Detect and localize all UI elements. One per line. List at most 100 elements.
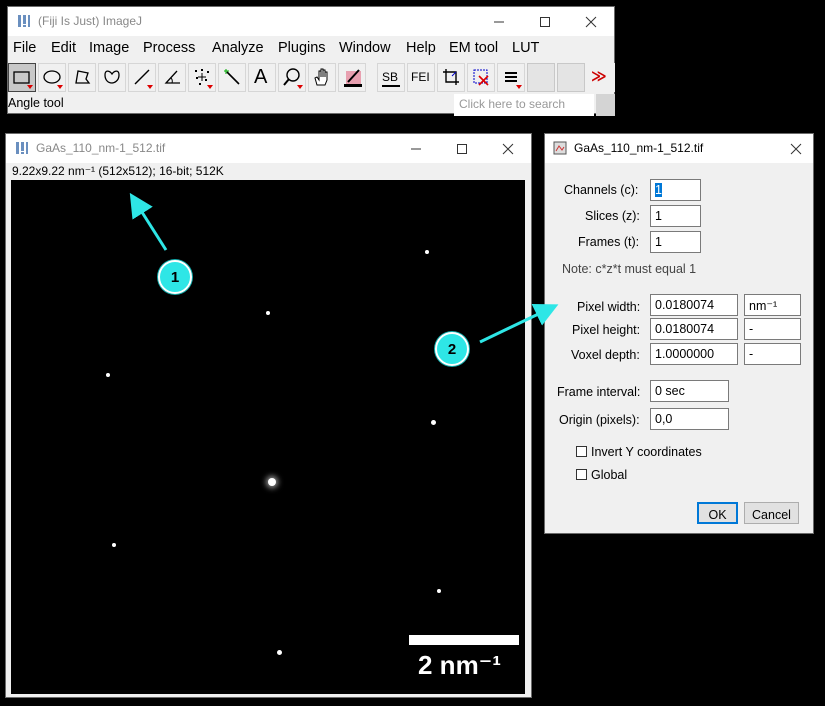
oval-icon: [43, 70, 61, 84]
search-field[interactable]: Click here to search: [454, 94, 594, 116]
text-tool[interactable]: A: [248, 63, 276, 92]
scroll-tool[interactable]: [308, 63, 336, 92]
dropdown-arrow-icon: [57, 85, 63, 89]
freehand-tool[interactable]: [98, 63, 126, 92]
central-beam-spot: [268, 478, 276, 486]
dropdown-arrow-icon: [27, 85, 33, 89]
pixel-height-unit-field[interactable]: -: [744, 318, 801, 340]
pixel-width-label: Pixel width:: [577, 300, 641, 314]
pixel-width-unit-field[interactable]: nm⁻¹: [744, 294, 801, 316]
zoom-tool[interactable]: [278, 63, 306, 92]
global-label: Global: [591, 468, 628, 482]
crop-tool[interactable]: [437, 63, 465, 92]
invert-y-checkbox[interactable]: [576, 446, 587, 457]
dialog-close-button[interactable]: [777, 134, 815, 163]
line-tool[interactable]: [128, 63, 156, 92]
empty-tool-slot[interactable]: [557, 63, 585, 92]
menu-bar: File Edit Image Process Analyze Plugins …: [8, 36, 614, 59]
menu-file[interactable]: File: [13, 40, 36, 56]
frame-interval-label: Frame interval:: [557, 385, 641, 399]
main-title-bar[interactable]: (Fiji Is Just) ImageJ: [8, 7, 614, 36]
menu-plugins[interactable]: Plugins: [278, 40, 326, 56]
image-canvas[interactable]: 2 nm⁻¹: [11, 180, 525, 694]
freehand-icon: [104, 70, 120, 84]
minimize-icon: [411, 148, 421, 150]
empty-tool-slot[interactable]: [527, 63, 555, 92]
minimize-button[interactable]: [476, 7, 522, 36]
more-tools-button[interactable]: ≫: [587, 63, 615, 92]
slices-label: Slices (z):: [585, 209, 640, 223]
close-button[interactable]: [485, 134, 531, 163]
fei-tool[interactable]: FEI: [407, 63, 435, 92]
oval-tool[interactable]: [38, 63, 66, 92]
frames-field[interactable]: 1: [650, 231, 701, 253]
pixel-width-field[interactable]: 0.0180074: [650, 294, 738, 316]
image-title-bar[interactable]: GaAs_110_nm-1_512.tif: [6, 134, 531, 163]
point-tool[interactable]: [188, 63, 216, 92]
color-picker-tool[interactable]: [338, 63, 366, 92]
voxel-depth-unit-field[interactable]: -: [744, 343, 801, 365]
maximize-button[interactable]: [439, 134, 485, 163]
callout-2: 2: [435, 332, 469, 366]
maximize-icon: [457, 144, 467, 154]
imagej-app-icon: [16, 142, 28, 154]
dialog-app-icon: [553, 141, 567, 155]
angle-icon: [164, 70, 180, 84]
wand-tool[interactable]: [218, 63, 246, 92]
callout-1: 1: [158, 260, 192, 294]
menu-lut[interactable]: LUT: [512, 40, 539, 56]
menu-analyze[interactable]: Analyze: [212, 40, 264, 56]
image-info-line: 9.22x9.22 nm⁻¹ (512x512); 16-bit; 512K: [12, 164, 224, 178]
polygon-tool[interactable]: [68, 63, 96, 92]
origin-field[interactable]: 0,0: [650, 408, 729, 430]
search-button[interactable]: [596, 94, 615, 116]
dropdown-arrow-icon: [207, 85, 213, 89]
magnifier-icon: [283, 68, 300, 86]
image-window: GaAs_110_nm-1_512.tif 9.22x9.22 nm⁻¹ (51…: [5, 133, 532, 698]
maximize-button[interactable]: [522, 7, 568, 36]
rectangle-tool[interactable]: [8, 63, 36, 92]
dialog-title-bar[interactable]: GaAs_110_nm-1_512.tif: [545, 134, 813, 163]
frames-label: Frames (t):: [578, 235, 640, 249]
pixel-height-field[interactable]: 0.0180074: [650, 318, 738, 340]
dropdown-arrow-icon: [297, 85, 303, 89]
delete-roi-tool[interactable]: [467, 63, 495, 92]
ok-button-label: OK: [708, 508, 727, 522]
crop-icon: [443, 69, 459, 85]
slices-field[interactable]: 1: [650, 205, 701, 227]
dropdown-arrow-icon: [516, 85, 522, 89]
frame-interval-field[interactable]: 0 sec: [650, 380, 729, 402]
menu-help[interactable]: Help: [406, 40, 436, 56]
status-text: Angle tool: [8, 96, 64, 110]
global-checkbox[interactable]: [576, 469, 587, 480]
multipoint-icon: [195, 69, 209, 85]
angle-tool[interactable]: [158, 63, 186, 92]
scale-bar-tool[interactable]: SB: [377, 63, 405, 92]
rectangle-icon: [13, 71, 30, 84]
minimize-button[interactable]: [393, 134, 439, 163]
channels-field[interactable]: 1: [650, 179, 701, 201]
invert-y-label: Invert Y coordinates: [591, 445, 702, 459]
voxel-depth-field[interactable]: 1.0000000: [650, 343, 738, 365]
delete-roi-icon: [473, 69, 489, 86]
properties-dialog: GaAs_110_nm-1_512.tif Channels (c): 1 Sl…: [544, 133, 814, 534]
pixel-height-value: 0.0180074: [655, 322, 715, 336]
close-button[interactable]: [568, 7, 614, 36]
frames-value: 1: [655, 235, 662, 249]
line-icon: [134, 69, 150, 85]
menu-image[interactable]: Image: [89, 40, 129, 56]
cancel-button[interactable]: Cancel: [744, 502, 799, 524]
menu-em-tool[interactable]: EM tool: [449, 40, 498, 56]
menu-window[interactable]: Window: [339, 40, 391, 56]
menu-edit[interactable]: Edit: [51, 40, 76, 56]
more-tools-icon: ≫: [591, 68, 607, 85]
sb-tool-label: SB: [382, 70, 399, 84]
maximize-icon: [540, 17, 550, 27]
frame-interval-value: 0 sec: [655, 384, 685, 398]
menu-process[interactable]: Process: [143, 40, 195, 56]
wand-icon: [224, 69, 240, 85]
close-icon: [790, 143, 802, 155]
ok-button[interactable]: OK: [697, 502, 738, 524]
underline-icon: [382, 85, 400, 87]
menu-lines-tool[interactable]: [497, 63, 525, 92]
